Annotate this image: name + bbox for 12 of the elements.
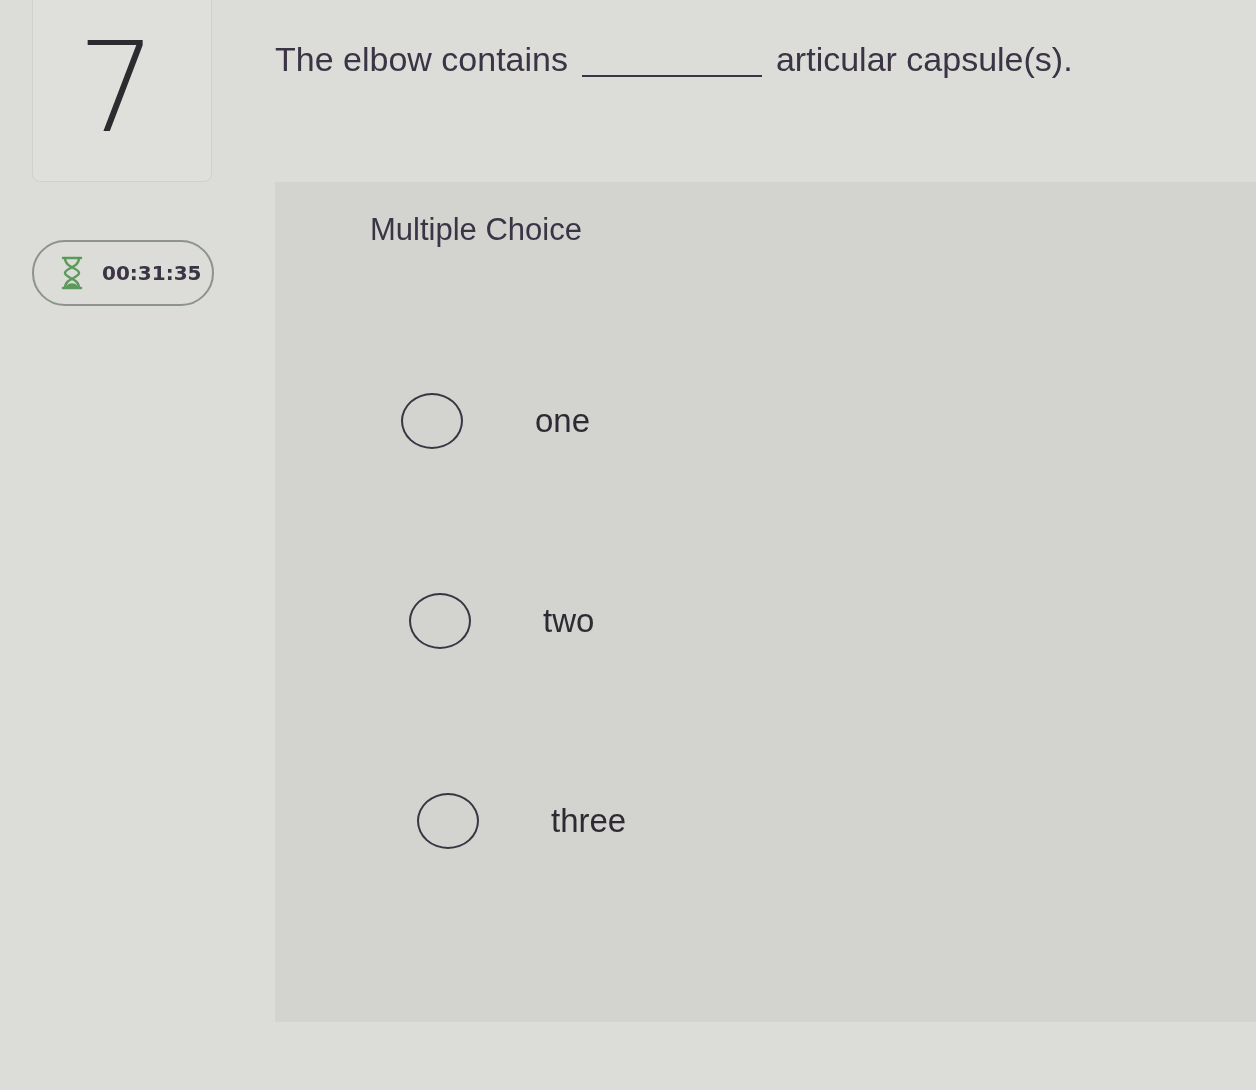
option-label[interactable]: three	[551, 802, 627, 840]
question-type-label: Multiple Choice	[370, 212, 582, 248]
question-text: articular capsule(s).	[775, 40, 1073, 79]
option-label[interactable]: two	[543, 602, 595, 640]
option-label[interactable]: one	[535, 402, 591, 440]
question-number: 7	[32, 0, 212, 182]
question-text: The elbow contains	[275, 40, 568, 79]
timer-text: 00:31:35	[102, 261, 202, 285]
radio-button[interactable]	[409, 593, 471, 649]
radio-button[interactable]	[417, 793, 479, 849]
hourglass-icon	[60, 256, 84, 290]
radio-button[interactable]	[401, 393, 463, 449]
